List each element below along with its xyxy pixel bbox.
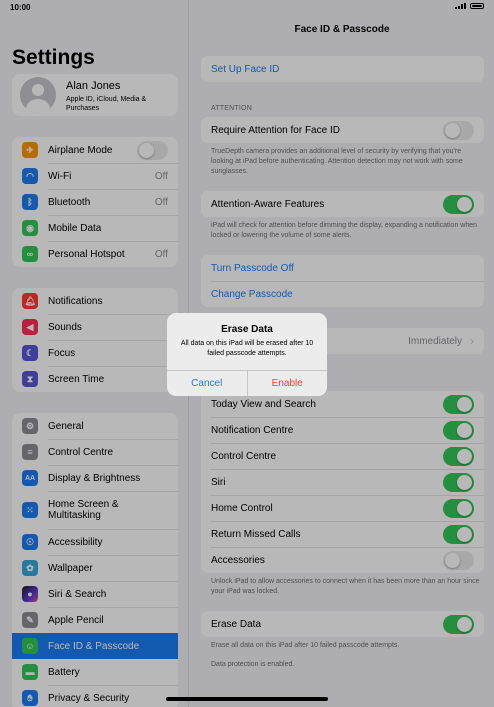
enable-button[interactable]: Enable (248, 371, 328, 396)
home-indicator[interactable] (166, 697, 328, 701)
cancel-button[interactable]: Cancel (167, 371, 248, 396)
alert-title: Erase Data (221, 324, 273, 335)
erase-data-alert: Erase Data All data on this iPad will be… (167, 313, 327, 396)
alert-buttons: Cancel Enable (167, 370, 327, 396)
alert-message: All data on this iPad will be erased aft… (180, 340, 314, 357)
